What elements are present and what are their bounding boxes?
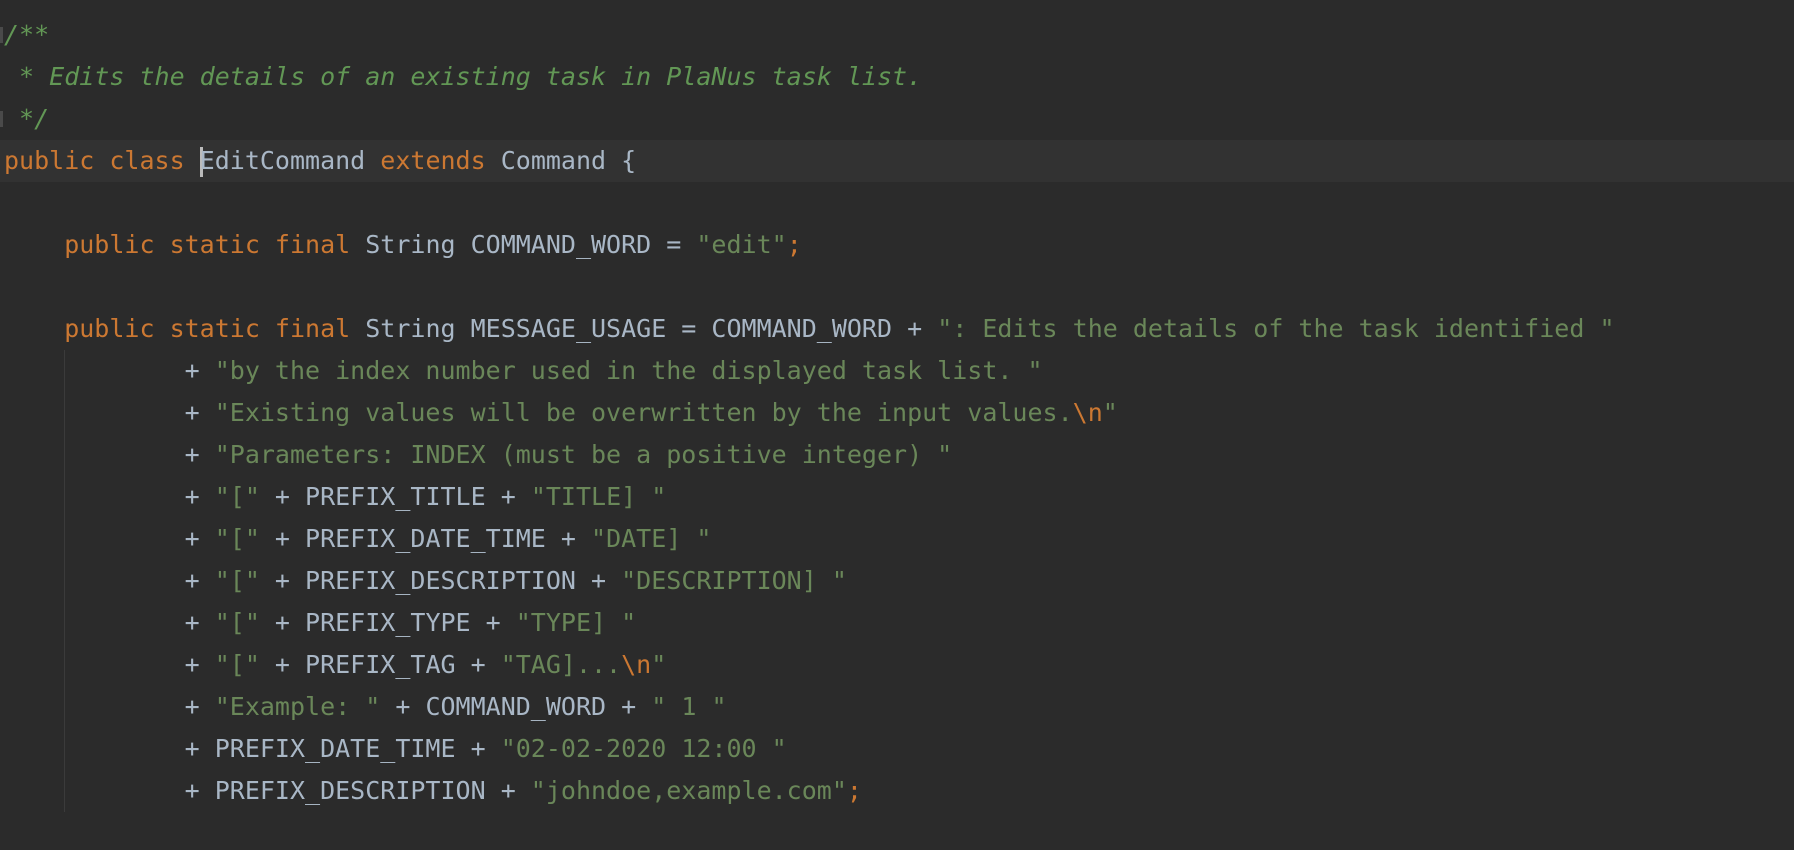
code-token: public static final: [4, 230, 366, 259]
code-token: "Parameters: INDEX (must be a positive i…: [214, 440, 953, 469]
code-token: +: [4, 482, 215, 511]
code-token: + PREFIX_TYPE +: [259, 608, 516, 637]
code-token: + PREFIX_TITLE +: [259, 482, 531, 511]
code-token: ;: [846, 776, 862, 805]
code-line-text: + PREFIX_DATE_TIME + "02-02-2020 12:00 ": [4, 728, 787, 770]
code-token: "[": [214, 482, 260, 511]
code-line-text: public class EditCommand extends Command…: [4, 140, 636, 182]
code-token: extends: [380, 146, 501, 175]
code-line[interactable]: [0, 182, 1794, 224]
code-line[interactable]: + "[" + PREFIX_TAG + "TAG]...\n": [0, 644, 1794, 686]
code-token: + PREFIX_DATE_TIME +: [259, 524, 592, 553]
code-token: "[": [214, 524, 260, 553]
code-token: EditCommand: [199, 146, 381, 175]
code-token: "[": [214, 608, 260, 637]
code-line-text: + "[" + PREFIX_TAG + "TAG]...\n": [4, 644, 667, 686]
code-line-text: + "[" + PREFIX_DATE_TIME + "DATE] ": [4, 518, 712, 560]
code-token: +: [4, 650, 215, 679]
code-token: Command {: [500, 146, 637, 175]
code-token: +: [4, 566, 215, 595]
code-token: " 1 ": [651, 692, 727, 721]
code-line-text: + "[" + PREFIX_TYPE + "TYPE] ": [4, 602, 637, 644]
code-line-text: */: [4, 98, 49, 140]
code-line[interactable]: [0, 266, 1794, 308]
code-token: "[": [214, 566, 260, 595]
code-line-text: + "Parameters: INDEX (must be a positive…: [4, 434, 953, 476]
code-line-text: + PREFIX_DESCRIPTION + "johndoe,example.…: [4, 770, 862, 812]
code-token: "TAG]...: [500, 650, 622, 679]
code-token: /**: [4, 20, 50, 49]
code-line[interactable]: + "[" + PREFIX_DATE_TIME + "DATE] ": [0, 518, 1794, 560]
code-line[interactable]: + "Parameters: INDEX (must be a positive…: [0, 434, 1794, 476]
code-token: public class: [4, 146, 200, 175]
code-token: + COMMAND_WORD +: [380, 692, 652, 721]
code-token: +: [4, 440, 215, 469]
code-line[interactable]: /**: [0, 14, 1794, 56]
code-line-text: + "Example: " + COMMAND_WORD + " 1 ": [4, 686, 727, 728]
code-line[interactable]: */: [0, 98, 1794, 140]
code-token: "johndoe,example.com": [530, 776, 847, 805]
code-token: ": Edits the details of the task identif…: [937, 314, 1615, 343]
code-token: \n: [1072, 398, 1103, 427]
code-line-text: /**: [4, 14, 49, 56]
code-line[interactable]: + PREFIX_DESCRIPTION + "johndoe,example.…: [0, 770, 1794, 812]
code-line[interactable]: public static final String MESSAGE_USAGE…: [0, 308, 1794, 350]
code-token: + PREFIX_DESCRIPTION +: [4, 776, 531, 805]
code-line[interactable]: * Edits the details of an existing task …: [0, 56, 1794, 98]
code-line[interactable]: public class EditCommand extends Command…: [0, 140, 1794, 182]
code-token: "[": [214, 650, 260, 679]
code-token: "TYPE] ": [515, 608, 637, 637]
code-token: \n: [621, 650, 652, 679]
code-token: "TITLE] ": [530, 482, 667, 511]
code-token: + PREFIX_TAG +: [259, 650, 501, 679]
code-token: "by the index number used in the display…: [214, 356, 1043, 385]
code-token: ;: [786, 230, 802, 259]
code-token: "DESCRIPTION] ": [621, 566, 847, 595]
code-line-text: * Edits the details of an existing task …: [4, 56, 922, 98]
code-token: public static final: [4, 314, 366, 343]
code-line-text: public static final String COMMAND_WORD …: [4, 224, 802, 266]
code-token: "Example: ": [214, 692, 381, 721]
code-token: String MESSAGE_USAGE = COMMAND_WORD +: [365, 314, 938, 343]
code-line-text: + "[" + PREFIX_DESCRIPTION + "DESCRIPTIO…: [4, 560, 847, 602]
code-token: "edit": [696, 230, 787, 259]
code-token: String COMMAND_WORD =: [365, 230, 697, 259]
code-token: ": [651, 650, 667, 679]
code-line[interactable]: + "Example: " + COMMAND_WORD + " 1 ": [0, 686, 1794, 728]
code-token: +: [4, 692, 215, 721]
code-line[interactable]: + PREFIX_DATE_TIME + "02-02-2020 12:00 ": [0, 728, 1794, 770]
code-line[interactable]: public static final String COMMAND_WORD …: [0, 224, 1794, 266]
code-line[interactable]: + "[" + PREFIX_TYPE + "TYPE] ": [0, 602, 1794, 644]
code-line[interactable]: + "[" + PREFIX_TITLE + "TITLE] ": [0, 476, 1794, 518]
code-token: +: [4, 398, 215, 427]
code-line-text: + "Existing values will be overwritten b…: [4, 392, 1118, 434]
code-line[interactable]: + "by the index number used in the displ…: [0, 350, 1794, 392]
code-token: ": [1102, 398, 1118, 427]
code-line-text: + "by the index number used in the displ…: [4, 350, 1043, 392]
code-token: "DATE] ": [591, 524, 712, 553]
code-token: +: [4, 608, 215, 637]
code-token: */: [4, 104, 50, 133]
code-editor[interactable]: /** * Edits the details of an existing t…: [0, 0, 1794, 850]
code-line-text: + "[" + PREFIX_TITLE + "TITLE] ": [4, 476, 667, 518]
code-token: "Existing values will be overwritten by …: [214, 398, 1073, 427]
code-line[interactable]: + "[" + PREFIX_DESCRIPTION + "DESCRIPTIO…: [0, 560, 1794, 602]
code-line-text: public static final String MESSAGE_USAGE…: [4, 308, 1615, 350]
code-token: +: [4, 524, 215, 553]
code-token: +: [4, 356, 215, 385]
code-token: + PREFIX_DATE_TIME +: [4, 734, 501, 763]
code-token: "02-02-2020 12:00 ": [500, 734, 787, 763]
code-token: * Edits the details of an existing task …: [4, 62, 923, 91]
code-line[interactable]: + "Existing values will be overwritten b…: [0, 392, 1794, 434]
code-token: + PREFIX_DESCRIPTION +: [259, 566, 622, 595]
